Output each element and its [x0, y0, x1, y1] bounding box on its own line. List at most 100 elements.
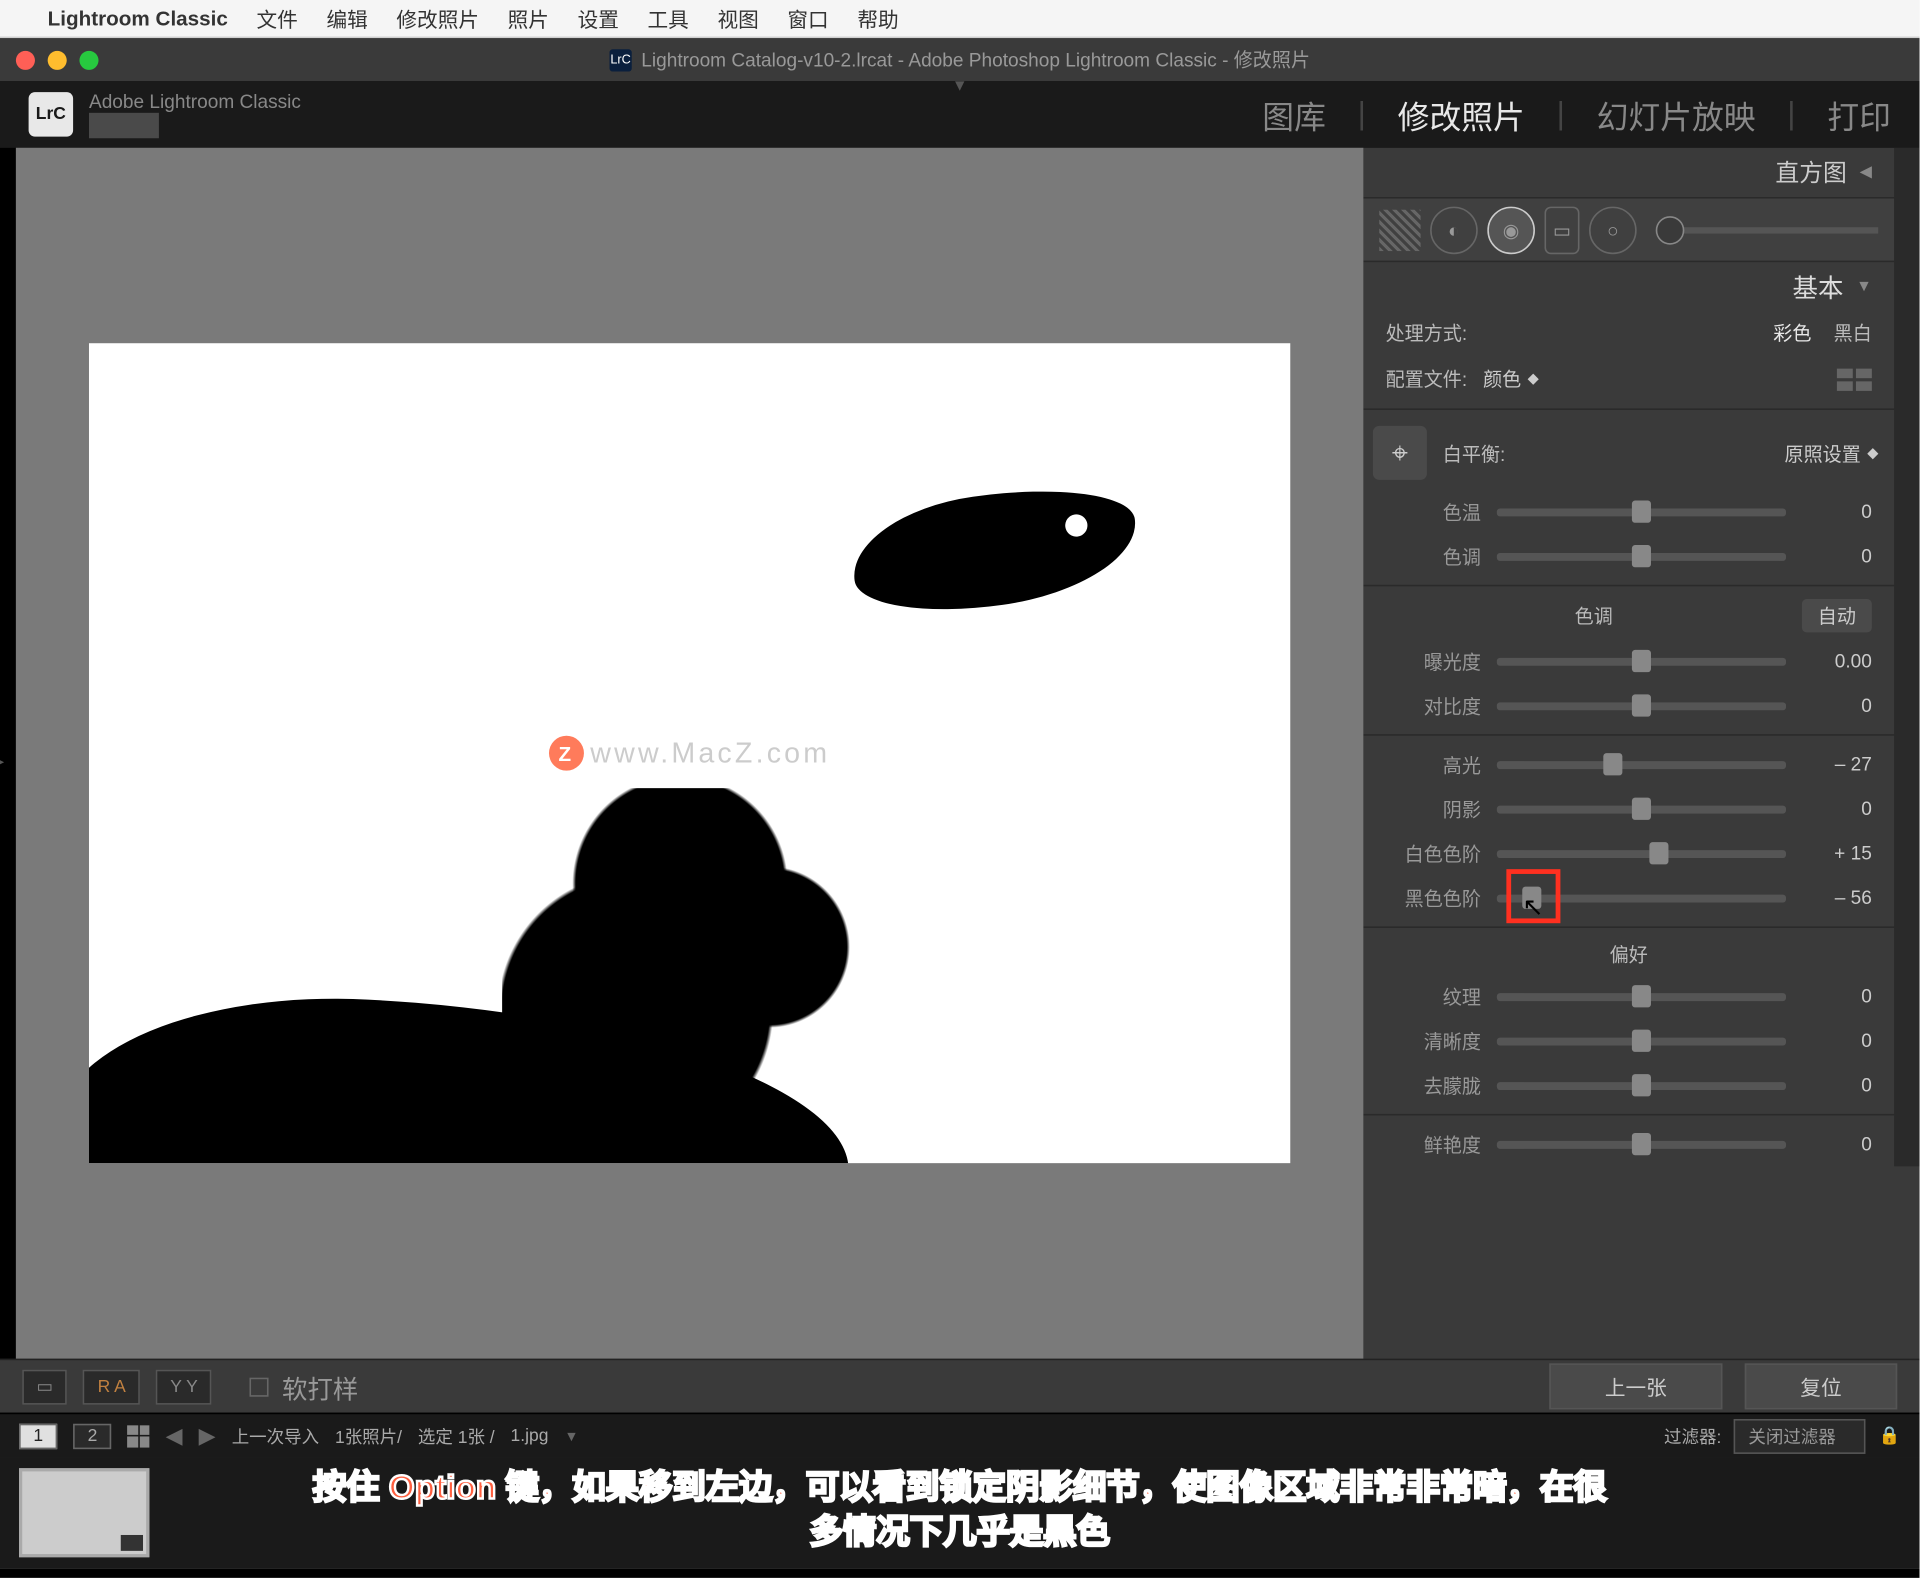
- clarity-slider[interactable]: [1497, 1037, 1786, 1045]
- contrast-label: 对比度: [1386, 692, 1481, 719]
- texture-value[interactable]: 0: [1802, 985, 1872, 1007]
- exposure-value[interactable]: 0.00: [1802, 650, 1872, 672]
- second-window-button[interactable]: 2: [73, 1423, 111, 1448]
- before-after-ra-button[interactable]: R A: [83, 1369, 140, 1404]
- brush-size-slider[interactable]: [1656, 226, 1878, 232]
- highlights-value[interactable]: – 27: [1802, 753, 1872, 775]
- lrc-badge-icon: LrC: [29, 92, 73, 136]
- nav-back-icon[interactable]: ◀: [166, 1422, 183, 1449]
- identity-plate[interactable]: [89, 113, 159, 138]
- wb-eyedropper-tool[interactable]: ⌖: [1373, 426, 1427, 480]
- spot-tool[interactable]: ◐: [1430, 206, 1478, 254]
- brand-label: Adobe Lightroom Classic: [89, 91, 301, 113]
- blacks-label: 黑色色阶: [1386, 884, 1481, 911]
- gradient-tool[interactable]: ▭: [1545, 206, 1580, 254]
- panel-collapse-icon[interactable]: ▼: [952, 78, 968, 95]
- tint-label: 色调: [1386, 543, 1481, 570]
- menu-window[interactable]: 窗口: [787, 3, 828, 33]
- filter-label: 过滤器:: [1664, 1423, 1721, 1448]
- whites-value[interactable]: + 15: [1802, 842, 1872, 864]
- treatment-bw[interactable]: 黑白: [1834, 319, 1872, 346]
- menu-tools[interactable]: 工具: [648, 3, 689, 33]
- treatment-color[interactable]: 彩色: [1773, 319, 1811, 346]
- toolbar: ▭ R A Y Y 软打样 上一张 复位: [0, 1359, 1920, 1413]
- panel-scrollbar[interactable]: [1894, 148, 1919, 1167]
- contrast-slider[interactable]: [1497, 702, 1786, 710]
- vibrance-value[interactable]: 0: [1802, 1133, 1872, 1155]
- lrc-app-icon: LrC: [609, 48, 631, 70]
- treatment-label: 处理方式:: [1386, 319, 1468, 346]
- menu-view[interactable]: 视图: [717, 3, 758, 33]
- softproof-checkbox[interactable]: [250, 1377, 269, 1396]
- auto-tone-button[interactable]: 自动: [1802, 599, 1872, 632]
- filmstrip: 按住 Option 键，如果移到左边，可以看到锁定阴影细节，使图像区域非常非常暗…: [0, 1457, 1920, 1568]
- presence-section-label: 偏好: [1386, 941, 1872, 968]
- left-panel-collapsed[interactable]: [0, 148, 16, 1359]
- profile-select[interactable]: 颜色 ◆: [1483, 365, 1539, 392]
- module-slideshow[interactable]: 幻灯片放映: [1597, 91, 1756, 137]
- shadows-value[interactable]: 0: [1802, 798, 1872, 820]
- redeye-tool[interactable]: ◉: [1487, 206, 1535, 254]
- dehaze-slider[interactable]: [1497, 1081, 1786, 1089]
- crop-tool[interactable]: [1379, 209, 1420, 250]
- main-window-button[interactable]: 1: [19, 1423, 57, 1448]
- canvas-area: Zwww.MacZ.com: [16, 148, 1363, 1359]
- chevron-left-icon: ◀: [1860, 164, 1872, 181]
- preview-canvas[interactable]: Zwww.MacZ.com: [89, 343, 1290, 1163]
- develop-panel: 直方图◀ ◐ ◉ ▭ ○ 基本▼ 处理方式: 彩色 黑白: [1363, 148, 1919, 1359]
- module-develop[interactable]: 修改照片: [1398, 91, 1525, 137]
- grid-view-icon[interactable]: [128, 1425, 150, 1447]
- filter-select[interactable]: 关闭过滤器: [1734, 1418, 1866, 1453]
- highlights-slider[interactable]: [1497, 760, 1786, 768]
- shadows-slider[interactable]: [1497, 805, 1786, 813]
- profile-browser-icon[interactable]: [1837, 368, 1872, 390]
- reset-button[interactable]: 复位: [1745, 1363, 1898, 1409]
- texture-slider[interactable]: [1497, 992, 1786, 1000]
- chevron-down-icon: ▼: [1856, 277, 1872, 294]
- menu-photo[interactable]: 照片: [508, 3, 549, 33]
- temp-slider[interactable]: [1497, 508, 1786, 516]
- dehaze-value[interactable]: 0: [1802, 1074, 1872, 1096]
- temp-value[interactable]: 0: [1802, 501, 1872, 523]
- shadows-label: 阴影: [1386, 795, 1481, 822]
- tint-slider[interactable]: [1497, 552, 1786, 560]
- cursor-icon: ↖: [1522, 891, 1543, 923]
- menu-help[interactable]: 帮助: [857, 3, 898, 33]
- tutorial-annotation: 按住 Option 键，如果移到左边，可以看到锁定阴影细节，使图像区域非常非常暗…: [16, 1467, 1904, 1557]
- vibrance-slider[interactable]: [1497, 1140, 1786, 1148]
- source-label[interactable]: 上一次导入: [232, 1423, 319, 1448]
- window-title: Lightroom Catalog-v10-2.lrcat - Adobe Ph…: [641, 46, 1310, 73]
- histogram-panel-header[interactable]: 直方图◀: [1363, 148, 1894, 199]
- watermark: Zwww.MacZ.com: [549, 736, 830, 771]
- wb-preset-select[interactable]: 原照设置 ◆: [1785, 439, 1879, 466]
- window-minimize-button[interactable]: [48, 50, 67, 69]
- menu-develop[interactable]: 修改照片: [396, 3, 479, 33]
- menu-settings[interactable]: 设置: [578, 3, 619, 33]
- filmstrip-thumbnail[interactable]: [19, 1468, 149, 1557]
- highlights-label: 高光: [1386, 751, 1481, 778]
- tint-value[interactable]: 0: [1802, 545, 1872, 567]
- blacks-value[interactable]: – 56: [1802, 887, 1872, 909]
- menu-edit[interactable]: 编辑: [326, 3, 367, 33]
- exposure-slider[interactable]: [1497, 657, 1786, 665]
- selected-count: 选定 1张 /: [418, 1423, 495, 1448]
- clarity-value[interactable]: 0: [1802, 1030, 1872, 1052]
- module-print[interactable]: 打印: [1827, 91, 1891, 137]
- loupe-view-button[interactable]: ▭: [22, 1369, 67, 1404]
- app-name[interactable]: Lightroom Classic: [48, 6, 228, 30]
- dehaze-label: 去朦胧: [1386, 1072, 1481, 1099]
- radial-tool[interactable]: ○: [1589, 206, 1637, 254]
- window-close-button[interactable]: [16, 50, 35, 69]
- nav-forward-icon[interactable]: ▶: [199, 1422, 216, 1449]
- basic-panel-header[interactable]: 基本▼: [1363, 262, 1894, 310]
- module-library[interactable]: 图库: [1262, 91, 1326, 137]
- filter-lock-icon[interactable]: 🔒: [1879, 1425, 1901, 1446]
- whites-slider[interactable]: [1497, 849, 1786, 857]
- whites-label: 白色色阶: [1386, 840, 1481, 867]
- menu-file[interactable]: 文件: [256, 3, 297, 33]
- clarity-label: 清晰度: [1386, 1027, 1481, 1054]
- window-maximize-button[interactable]: [79, 50, 98, 69]
- previous-button[interactable]: 上一张: [1549, 1363, 1722, 1409]
- before-after-yy-button[interactable]: Y Y: [156, 1369, 212, 1404]
- contrast-value[interactable]: 0: [1802, 694, 1872, 716]
